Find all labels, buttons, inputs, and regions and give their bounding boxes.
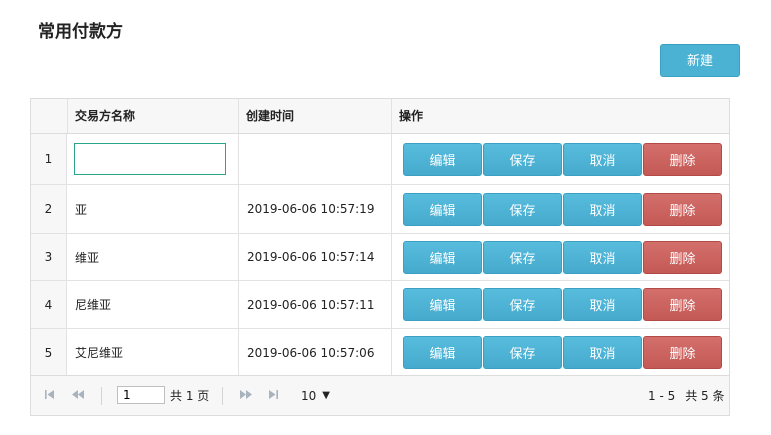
- new-button[interactable]: 新建: [660, 44, 740, 77]
- time-cell: 2019-06-06 10:57:14: [238, 234, 391, 280]
- delete-button[interactable]: 删除: [643, 240, 722, 274]
- name-cell: [67, 134, 238, 184]
- delete-button[interactable]: 删除: [643, 192, 722, 226]
- row-number-header: [31, 99, 67, 133]
- total-pages-text: 共 1 页: [170, 389, 210, 403]
- ops-cell: 编辑 保存 取消 删除: [391, 281, 729, 328]
- save-button[interactable]: 保存: [483, 240, 562, 274]
- delete-button[interactable]: 删除: [643, 336, 722, 369]
- save-button[interactable]: 保存: [483, 336, 562, 369]
- ops-cell: 编辑 保存 取消 删除: [391, 329, 729, 376]
- column-header-time[interactable]: 创建时间: [238, 99, 391, 133]
- pager-separator: [101, 387, 102, 405]
- column-header-name[interactable]: 交易方名称: [67, 99, 238, 133]
- next-page-button[interactable]: [239, 376, 253, 415]
- payer-name-input[interactable]: [74, 143, 226, 175]
- edit-button[interactable]: 编辑: [403, 192, 482, 226]
- name-cell[interactable]: 亚: [67, 185, 238, 233]
- ops-cell: 编辑 保存 取消 删除: [391, 185, 729, 233]
- row-number: 5: [31, 329, 67, 376]
- pager: 共 1 页 10 ▼ 1 - 5 共 5 条: [31, 375, 729, 415]
- table-row: 2 亚 2019-06-06 10:57:19 编辑 保存 取消 删除: [31, 185, 729, 234]
- table-row: 1 编辑 保存 取消 删除: [31, 134, 729, 185]
- last-page-icon: [268, 389, 279, 403]
- edit-button[interactable]: 编辑: [403, 336, 482, 369]
- column-header-ops[interactable]: 操作: [391, 99, 729, 133]
- pager-separator: [222, 387, 223, 405]
- payer-grid: 交易方名称 创建时间 操作 1 编辑 保存 取消 删除 2 亚 2019-06-…: [30, 98, 730, 416]
- cancel-button[interactable]: 取消: [563, 288, 642, 321]
- ops-cell: 编辑 保存 取消 删除: [391, 234, 729, 280]
- time-cell: 2019-06-06 10:57:06: [238, 329, 391, 376]
- row-number: 3: [31, 234, 67, 280]
- edit-button[interactable]: 编辑: [403, 288, 482, 321]
- save-button[interactable]: 保存: [483, 288, 562, 321]
- prev-page-icon: [71, 389, 85, 403]
- total-items-text: 共 5 条: [685, 389, 725, 403]
- time-cell: 2019-06-06 10:57:11: [238, 281, 391, 328]
- table-row: 3 维亚 2019-06-06 10:57:14 编辑 保存 取消 删除: [31, 234, 729, 281]
- cancel-button[interactable]: 取消: [563, 192, 642, 226]
- save-button[interactable]: 保存: [483, 142, 562, 176]
- range-text: 1 - 5: [648, 388, 676, 403]
- name-cell[interactable]: 维亚: [67, 234, 238, 280]
- edit-button[interactable]: 编辑: [403, 142, 482, 176]
- cancel-button[interactable]: 取消: [563, 336, 642, 369]
- table-row: 5 艾尼维亚 2019-06-06 10:57:06 编辑 保存 取消 删除: [31, 329, 729, 377]
- name-cell[interactable]: 艾尼维亚: [67, 329, 238, 376]
- grid-header: 交易方名称 创建时间 操作: [31, 99, 729, 134]
- last-page-button[interactable]: [268, 376, 279, 415]
- table-row: 4 尼维亚 2019-06-06 10:57:11 编辑 保存 取消 删除: [31, 281, 729, 329]
- page-size-value: 10: [301, 388, 317, 403]
- prev-page-button[interactable]: [71, 376, 85, 415]
- edit-button[interactable]: 编辑: [403, 240, 482, 274]
- next-page-icon: [239, 389, 253, 403]
- page-range-text: 1 - 5 共 5 条: [648, 376, 725, 415]
- first-page-button[interactable]: [44, 376, 55, 415]
- page-number-input[interactable]: [117, 386, 165, 404]
- save-button[interactable]: 保存: [483, 192, 562, 226]
- row-number: 2: [31, 185, 67, 233]
- row-number: 4: [31, 281, 67, 328]
- page-title: 常用付款方: [38, 22, 123, 42]
- delete-button[interactable]: 删除: [643, 142, 722, 176]
- cancel-button[interactable]: 取消: [563, 142, 642, 176]
- time-cell: [238, 134, 391, 184]
- row-number: 1: [31, 134, 67, 184]
- first-page-icon: [44, 389, 55, 403]
- cancel-button[interactable]: 取消: [563, 240, 642, 274]
- ops-cell: 编辑 保存 取消 删除: [391, 134, 729, 184]
- dropdown-arrow-icon: ▼: [322, 390, 330, 401]
- name-cell[interactable]: 尼维亚: [67, 281, 238, 328]
- time-cell: 2019-06-06 10:57:19: [238, 185, 391, 233]
- page-size-select[interactable]: 10 ▼: [301, 376, 330, 415]
- delete-button[interactable]: 删除: [643, 288, 722, 321]
